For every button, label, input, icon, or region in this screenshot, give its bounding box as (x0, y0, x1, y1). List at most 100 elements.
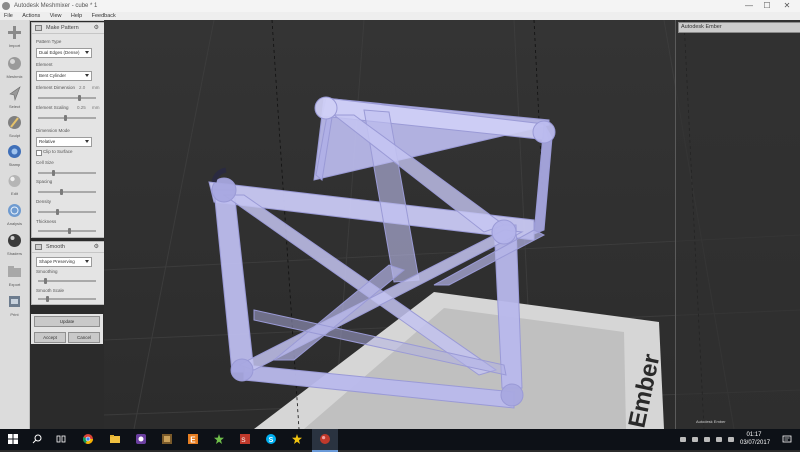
density-slider[interactable] (38, 209, 96, 215)
notification-up-icon[interactable] (680, 437, 686, 442)
close-button[interactable]: ✕ (780, 1, 794, 11)
accept-button[interactable]: Accept (34, 332, 66, 343)
minimize-button[interactable]: — (742, 1, 756, 11)
tool-analysis[interactable]: Analysis (3, 203, 26, 231)
cell-size-label: Cell Size (36, 160, 54, 165)
export-folder-icon (8, 266, 21, 277)
maximize-button[interactable]: ☐ (760, 1, 774, 11)
slider-handle[interactable] (44, 278, 47, 284)
meshmixer-taskbar-icon[interactable] (320, 434, 330, 444)
tool-edit[interactable]: Edit (3, 173, 26, 201)
menu-actions[interactable]: Actions (18, 12, 44, 20)
tool-shaders[interactable]: Shaders (3, 233, 26, 261)
collapse-icon[interactable] (35, 244, 42, 250)
element-dimension-unit: mm (92, 85, 100, 90)
tool-label: Analysis (7, 221, 22, 226)
app-red-icon[interactable]: S (240, 434, 250, 444)
battery-icon[interactable] (728, 437, 734, 442)
element-scaling-slider[interactable] (38, 115, 96, 121)
app-star-icon[interactable] (214, 434, 224, 444)
gear-icon[interactable]: ⚙ (94, 244, 99, 250)
chrome-icon[interactable] (83, 434, 93, 444)
element-scaling-label: Element Scaling (36, 105, 69, 110)
slider-handle[interactable] (64, 115, 67, 121)
slider-handle[interactable] (52, 170, 55, 176)
spacing-slider[interactable] (38, 189, 96, 195)
tool-export[interactable]: Export (3, 264, 26, 292)
slider-handle[interactable] (68, 228, 71, 234)
slider-handle[interactable] (46, 296, 49, 302)
element-dimension-slider[interactable] (38, 95, 96, 101)
volume-icon[interactable] (716, 437, 722, 442)
tool-import[interactable]: Import (3, 25, 26, 53)
tool-select[interactable]: Select (3, 86, 26, 114)
taskbar: E S S 01:17 03/07/2017 (0, 429, 800, 452)
tool-meshmix[interactable]: Meshmix (3, 56, 26, 84)
chevron-down-icon (85, 51, 89, 54)
element-value: Bent Cylinder (39, 73, 67, 78)
printer-panel: Autodesk Ember Autodesk Ember (675, 20, 800, 429)
notifications-icon[interactable] (782, 434, 792, 444)
taskbar-clock[interactable]: 01:17 03/07/2017 (740, 431, 771, 447)
stamp-icon (8, 145, 21, 158)
cancel-button[interactable]: Cancel (68, 332, 100, 343)
action-buttons: Update Accept Cancel (31, 314, 103, 344)
smooth-type-select[interactable]: Shape Preserving (36, 257, 92, 267)
tool-label: Export (8, 282, 21, 287)
task-view-icon[interactable] (56, 434, 66, 444)
chevron-down-icon (85, 74, 89, 77)
thickness-label: Thickness (36, 219, 57, 224)
printer-icon (9, 296, 20, 307)
cursor-icon (9, 86, 21, 101)
smoothing-slider[interactable] (38, 278, 96, 284)
search-icon[interactable] (32, 434, 42, 444)
thickness-slider[interactable] (38, 228, 96, 234)
element-label: Element (36, 62, 53, 67)
tool-print[interactable]: Print (3, 294, 26, 322)
menu-feedback[interactable]: Feedback (88, 12, 120, 20)
smoothing-label: Smoothing (36, 269, 58, 274)
element-select[interactable]: Bent Cylinder (36, 71, 92, 81)
tray-app-icon[interactable] (692, 437, 698, 442)
app-brown-icon[interactable] (162, 434, 172, 444)
chevron-down-icon (85, 260, 89, 263)
printer-panel-title: Autodesk Ember (678, 22, 800, 33)
panel-title: Make Pattern (46, 25, 79, 31)
tool-label: Edit (11, 191, 18, 196)
cell-size-slider[interactable] (38, 170, 96, 176)
app-star2-icon[interactable] (292, 434, 302, 444)
svg-text:S: S (269, 437, 274, 444)
element-scaling-unit: mm (92, 105, 100, 110)
clip-checkbox[interactable] (36, 150, 42, 156)
tool-stamp[interactable]: Stamp (3, 144, 26, 172)
file-explorer-icon[interactable] (110, 434, 120, 444)
tool-sculpt[interactable]: Sculpt (3, 115, 26, 143)
panel-header: Make Pattern ⚙ (32, 23, 104, 34)
dimension-mode-select[interactable]: Relative (36, 137, 92, 147)
collapse-icon[interactable] (35, 25, 42, 31)
app-orange-e-icon[interactable]: E (188, 434, 198, 444)
clock-date: 03/07/2017 (740, 440, 771, 446)
smooth-scale-slider[interactable] (38, 296, 96, 302)
clock-time: 01:17 (746, 432, 762, 438)
clip-checkbox-label: Clip to Surface (43, 149, 73, 154)
gear-icon[interactable]: ⚙ (94, 25, 99, 31)
pattern-type-select[interactable]: Dual Edges (Dense) (36, 48, 92, 58)
update-button[interactable]: Update (34, 316, 100, 327)
menu-help[interactable]: Help (67, 12, 86, 20)
windows-start-icon[interactable] (8, 434, 18, 444)
slider-handle[interactable] (60, 189, 63, 195)
tool-label: Meshmix (6, 74, 23, 79)
dimension-mode-value: Relative (39, 139, 56, 144)
smooth-type-value: Shape Preserving (39, 259, 75, 264)
tool-label: Select (8, 104, 21, 109)
slider-handle[interactable] (78, 95, 81, 101)
skype-icon[interactable]: S (266, 434, 276, 444)
menu-file[interactable]: File (0, 12, 17, 20)
app-purple-icon[interactable] (136, 434, 146, 444)
menu-view[interactable]: View (46, 12, 66, 20)
network-icon[interactable] (704, 437, 710, 442)
slider-handle[interactable] (56, 209, 59, 215)
status-text: Autodesk Ember (696, 419, 726, 424)
pattern-type-label: Pattern Type (36, 39, 62, 44)
